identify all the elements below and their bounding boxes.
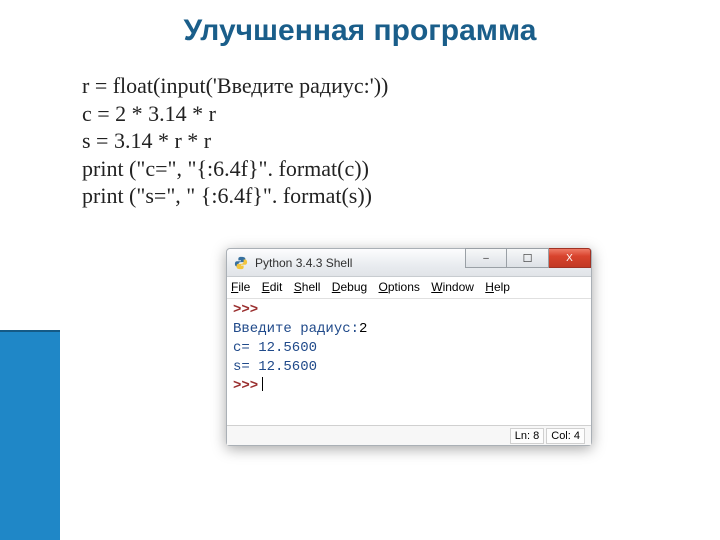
menu-file[interactable]: File — [231, 280, 250, 294]
decorative-side-stripe — [0, 330, 60, 540]
close-button[interactable]: X — [549, 248, 591, 268]
user-input-value: 2 — [359, 321, 367, 337]
menu-edit[interactable]: Edit — [262, 280, 283, 294]
menu-window[interactable]: Window — [431, 280, 474, 294]
slide-title: Улучшенная программа — [0, 0, 720, 48]
console-input-line: Введите радиус:2 — [233, 320, 585, 339]
status-ln: Ln: 8 — [510, 428, 544, 444]
console-line: >>> — [233, 377, 585, 396]
menu-options[interactable]: Options — [379, 280, 420, 294]
input-prompt-text: Введите радиус: — [233, 321, 359, 337]
window-buttons: – ☐ X — [465, 249, 591, 276]
prompt: >>> — [233, 302, 258, 318]
code-line: c = 2 * 3.14 * r — [82, 100, 720, 128]
minimize-button[interactable]: – — [465, 248, 507, 268]
code-line: s = 3.14 * r * r — [82, 127, 720, 155]
maximize-button[interactable]: ☐ — [507, 248, 549, 268]
console-line: >>> — [233, 301, 585, 320]
status-col: Col: 4 — [546, 428, 585, 444]
code-line: r = float(input('Введите радиус:')) — [82, 72, 720, 100]
window-title: Python 3.4.3 Shell — [255, 256, 465, 270]
python-shell-window: Python 3.4.3 Shell – ☐ X File Edit Shell… — [226, 248, 592, 446]
titlebar[interactable]: Python 3.4.3 Shell – ☐ X — [227, 249, 591, 277]
text-cursor — [262, 377, 263, 391]
source-code-block: r = float(input('Введите радиус:')) c = … — [82, 72, 720, 210]
console-area[interactable]: >>> Введите радиус:2 c= 12.5600 s= 12.56… — [227, 299, 591, 425]
console-output-line: s= 12.5600 — [233, 358, 585, 377]
statusbar: Ln: 8 Col: 4 — [227, 425, 591, 445]
menubar: File Edit Shell Debug Options Window Hel… — [227, 277, 591, 299]
prompt: >>> — [233, 378, 258, 394]
menu-help[interactable]: Help — [485, 280, 510, 294]
python-icon — [233, 255, 249, 271]
menu-shell[interactable]: Shell — [294, 280, 321, 294]
code-line: print ("s=", " {:6.4f}". format(s)) — [82, 182, 720, 210]
console-output-line: c= 12.5600 — [233, 339, 585, 358]
menu-debug[interactable]: Debug — [332, 280, 367, 294]
code-line: print ("c=", "{:6.4f}". format(c)) — [82, 155, 720, 183]
